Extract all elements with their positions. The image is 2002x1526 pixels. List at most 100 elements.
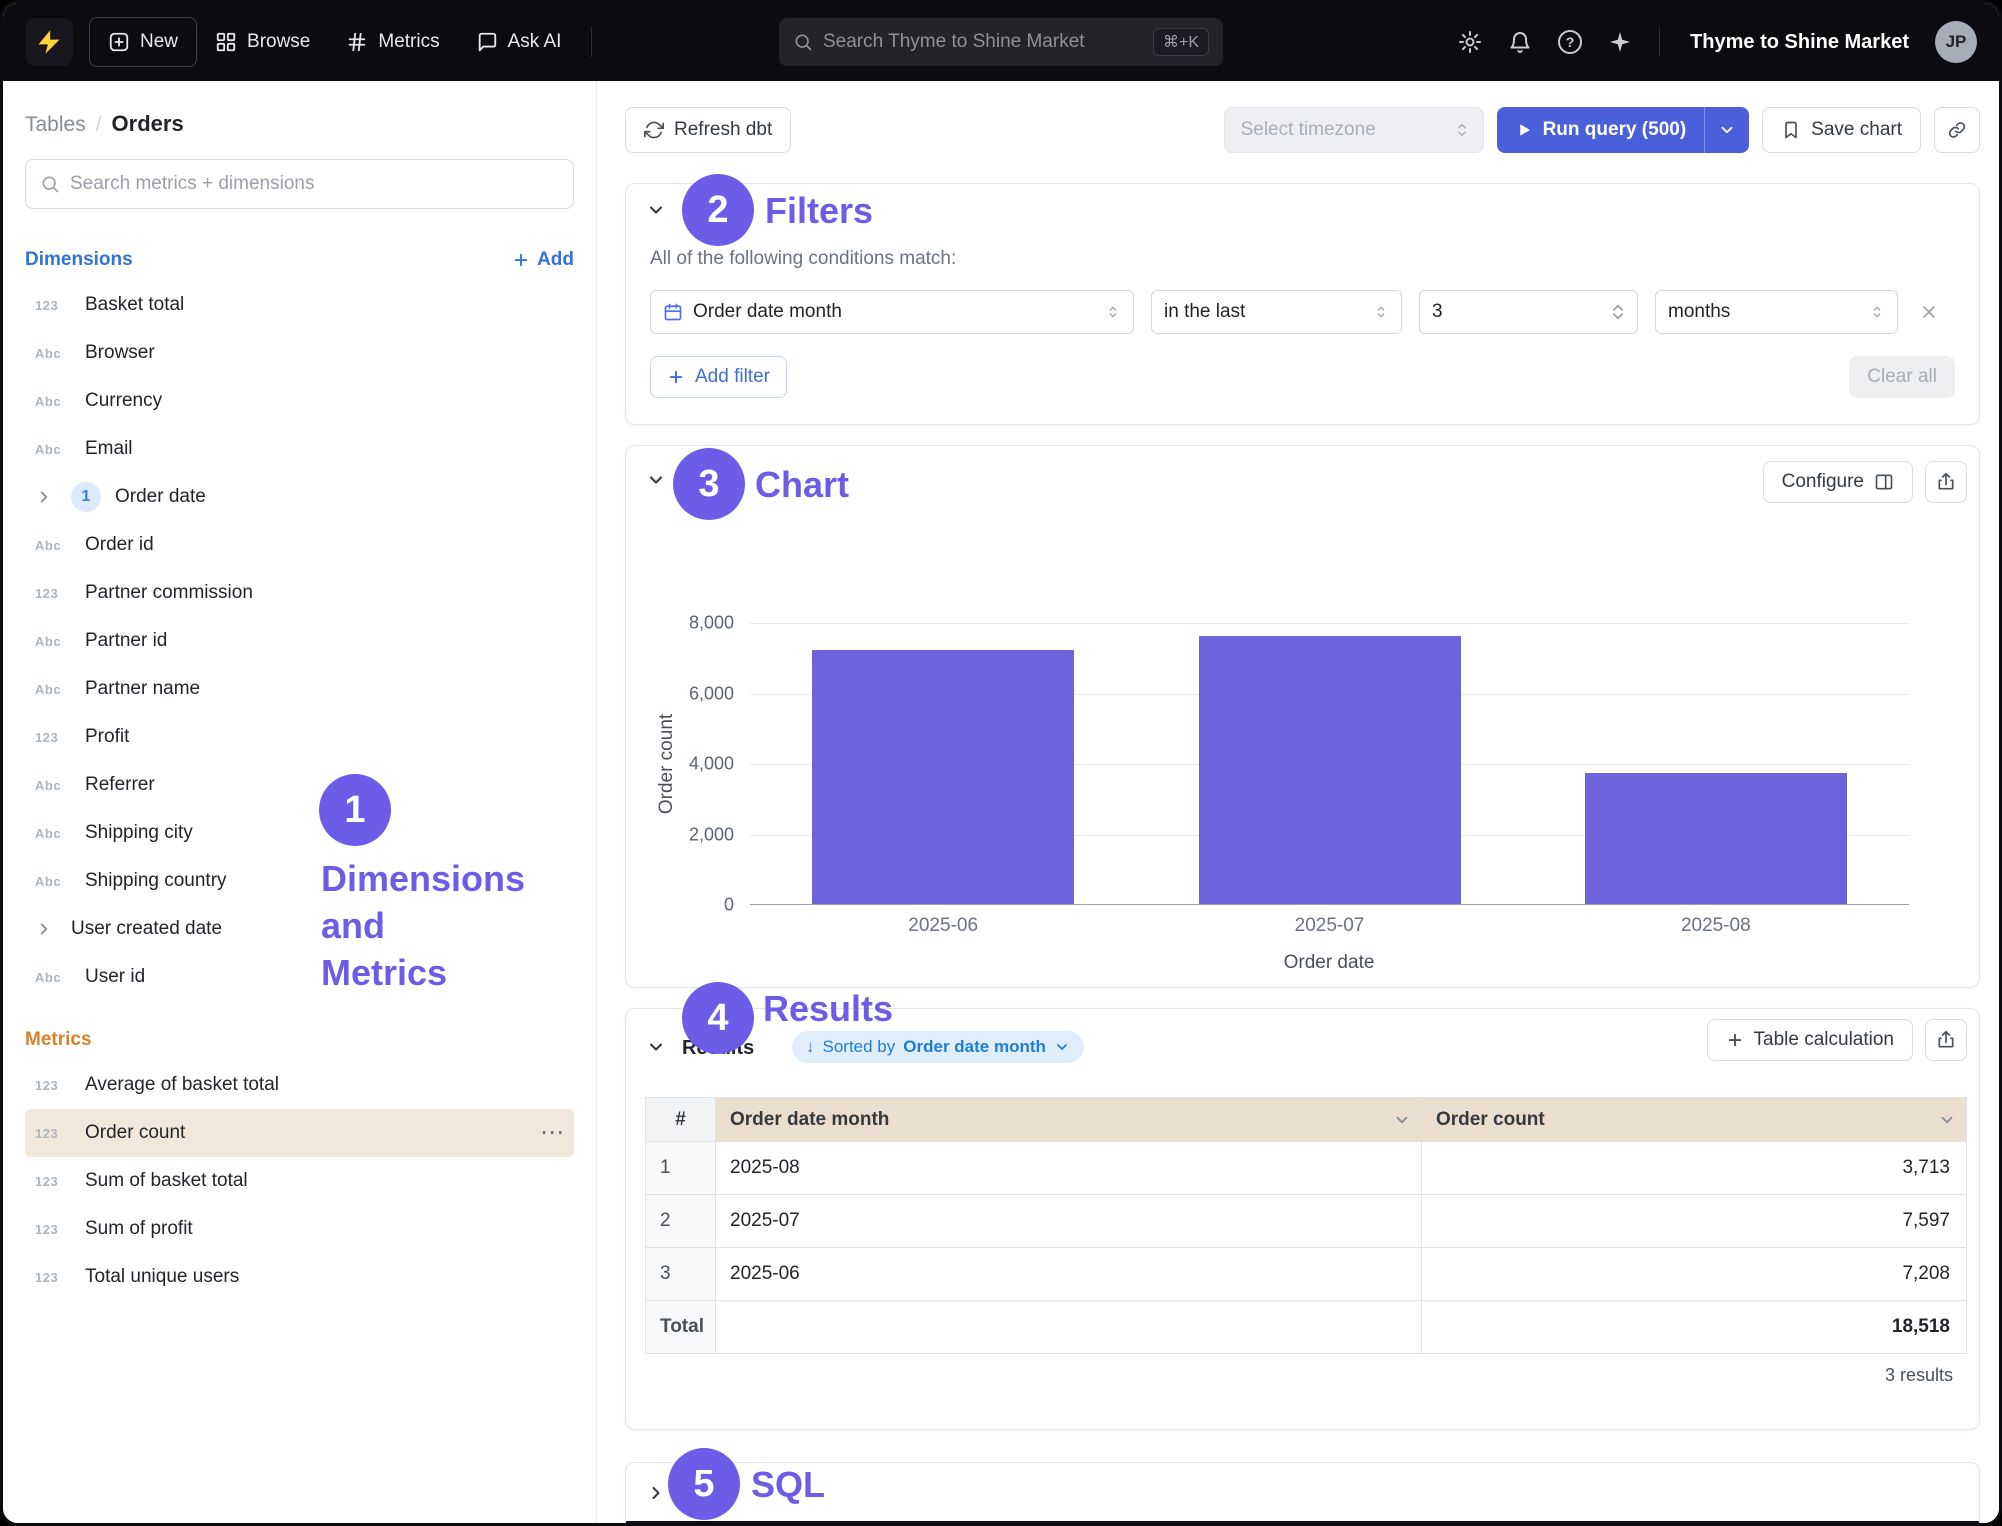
table-row: 1 2025-08 3,713 [646, 1142, 1967, 1195]
metric-label: Order count [85, 1122, 185, 1144]
metrics-nav-button[interactable]: Metrics [328, 17, 457, 67]
dimension-item[interactable]: 123Partner commission [25, 569, 574, 617]
dimension-item[interactable]: 123Profit [25, 713, 574, 761]
whats-new-button[interactable] [1597, 19, 1643, 65]
sparkles-icon [1608, 30, 1632, 54]
fields-search-input[interactable] [70, 173, 559, 195]
column-header-order-count[interactable]: Order count [1422, 1098, 1967, 1142]
string-type-icon: Abc [35, 394, 71, 409]
fields-search[interactable] [25, 159, 574, 209]
global-search-input[interactable] [823, 31, 1143, 53]
filter-unit-select[interactable]: months [1655, 290, 1898, 334]
annotation-circle-2: 2 [682, 174, 754, 246]
add-filter-button[interactable]: Add filter [650, 356, 787, 398]
plus-square-icon [108, 31, 130, 53]
timezone-select[interactable]: Select timezone [1224, 107, 1484, 153]
refresh-dbt-button[interactable]: Refresh dbt [625, 107, 791, 153]
column-header-order-date-month[interactable]: Order date month [716, 1098, 1422, 1142]
number-stepper[interactable] [1611, 303, 1625, 321]
share-link-button[interactable] [1934, 107, 1980, 153]
expand-sql-chevron-icon[interactable] [646, 1483, 666, 1503]
metric-label: Sum of profit [85, 1218, 193, 1240]
filter-field-select[interactable]: Order date month [650, 290, 1134, 334]
link-icon [1947, 120, 1967, 140]
dimension-label: Partner id [85, 630, 167, 652]
metric-item[interactable]: 123Sum of profit [25, 1205, 574, 1253]
new-button[interactable]: New [89, 17, 197, 67]
chevron-down-icon [1054, 1039, 1070, 1055]
help-button[interactable]: ? [1547, 19, 1593, 65]
configure-chart-button[interactable]: Configure [1763, 461, 1913, 503]
dimension-item[interactable]: AbcOrder id [25, 521, 574, 569]
user-avatar[interactable]: JP [1935, 21, 1977, 63]
y-axis-title: Order count [656, 714, 678, 814]
global-search[interactable]: ⌘+K [779, 18, 1223, 66]
x-tick-label: 2025-06 [750, 915, 1136, 937]
dimension-item[interactable]: AbcBrowser [25, 329, 574, 377]
dimension-item[interactable]: AbcEmail [25, 425, 574, 473]
filter-operator-value: in the last [1164, 301, 1245, 323]
metric-item[interactable]: 123Total unique users [25, 1253, 574, 1301]
clear-all-filters-button[interactable]: Clear all [1849, 356, 1955, 398]
chat-bubble-icon [476, 31, 498, 53]
dimension-label: Referrer [85, 774, 155, 796]
chart-bar-2025-08 [1585, 773, 1847, 904]
search-icon [793, 32, 813, 52]
app-window: New Browse Metrics Ask AI ⌘+K [0, 0, 2002, 1526]
metric-item-order-count-selected[interactable]: 123 Order count ⋯ [25, 1109, 574, 1157]
share-icon [1936, 472, 1956, 492]
annotation-label-filters: Filters [765, 187, 873, 234]
more-options-icon[interactable]: ⋯ [540, 1121, 564, 1145]
notifications-button[interactable] [1497, 19, 1543, 65]
row-number-header: # [646, 1098, 716, 1142]
app-logo[interactable] [25, 18, 73, 66]
filter-operator-select[interactable]: in the last [1151, 290, 1402, 334]
metric-item[interactable]: 123Average of basket total [25, 1061, 574, 1109]
search-icon [40, 174, 60, 194]
run-query-dropdown[interactable] [1705, 107, 1749, 153]
dimension-item[interactable]: AbcCurrency [25, 377, 574, 425]
annotation-label-sql: SQL [751, 1461, 825, 1508]
dimension-item[interactable]: AbcShipping city [25, 809, 574, 857]
dimension-item[interactable]: AbcPartner name [25, 665, 574, 713]
export-results-button[interactable] [1925, 1019, 1967, 1061]
hash-icon [346, 31, 368, 53]
export-chart-button[interactable] [1925, 461, 1967, 503]
metrics-nav-label: Metrics [378, 31, 439, 53]
add-dimension-label: Add [537, 249, 574, 271]
bell-icon [1508, 30, 1532, 54]
column-header-label: Order count [1436, 1109, 1545, 1131]
ask-ai-button[interactable]: Ask AI [458, 17, 580, 67]
filter-value-input[interactable] [1432, 301, 1601, 323]
dimension-item[interactable]: 123Basket total [25, 281, 574, 329]
y-tick-label: 8,000 [689, 613, 734, 634]
collapse-results-chevron-icon[interactable] [646, 1037, 666, 1057]
table-calculation-button[interactable]: Table calculation [1707, 1019, 1913, 1061]
remove-filter-button[interactable] [1915, 298, 1943, 326]
string-type-icon: Abc [35, 778, 71, 793]
collapse-chart-chevron-icon[interactable] [646, 470, 666, 490]
project-switcher[interactable]: Thyme to Shine Market [1676, 31, 1923, 54]
collapse-filters-chevron-icon[interactable] [646, 200, 666, 220]
dimension-item[interactable]: Abc Referrer [25, 761, 574, 809]
settings-button[interactable] [1447, 19, 1493, 65]
dimension-label: Order date [115, 486, 206, 508]
annotation-circle-1: 1 [319, 774, 391, 846]
metric-item[interactable]: 123Sum of basket total [25, 1157, 574, 1205]
add-dimension-button[interactable]: Add [512, 249, 574, 271]
results-panel: Results ↓ Sorted by Order date month Tab… [625, 1008, 1980, 1430]
save-chart-button[interactable]: Save chart [1762, 107, 1921, 153]
run-query-button[interactable]: Run query (500) [1497, 107, 1750, 153]
dimension-group-order-date[interactable]: 1 Order date [25, 473, 574, 521]
metric-label: Average of basket total [85, 1074, 279, 1096]
play-icon [1515, 121, 1533, 139]
dimension-item[interactable]: AbcPartner id [25, 617, 574, 665]
sorted-by-pill[interactable]: ↓ Sorted by Order date month [792, 1031, 1084, 1063]
breadcrumb-tables-link[interactable]: Tables [25, 113, 86, 137]
plus-icon [1726, 1031, 1744, 1049]
number-type-icon: 123 [35, 586, 71, 601]
browse-button[interactable]: Browse [197, 17, 328, 67]
total-count-cell: 18,518 [1422, 1301, 1967, 1354]
bookmark-icon [1781, 120, 1801, 140]
top-navbar: New Browse Metrics Ask AI ⌘+K [3, 3, 1999, 81]
